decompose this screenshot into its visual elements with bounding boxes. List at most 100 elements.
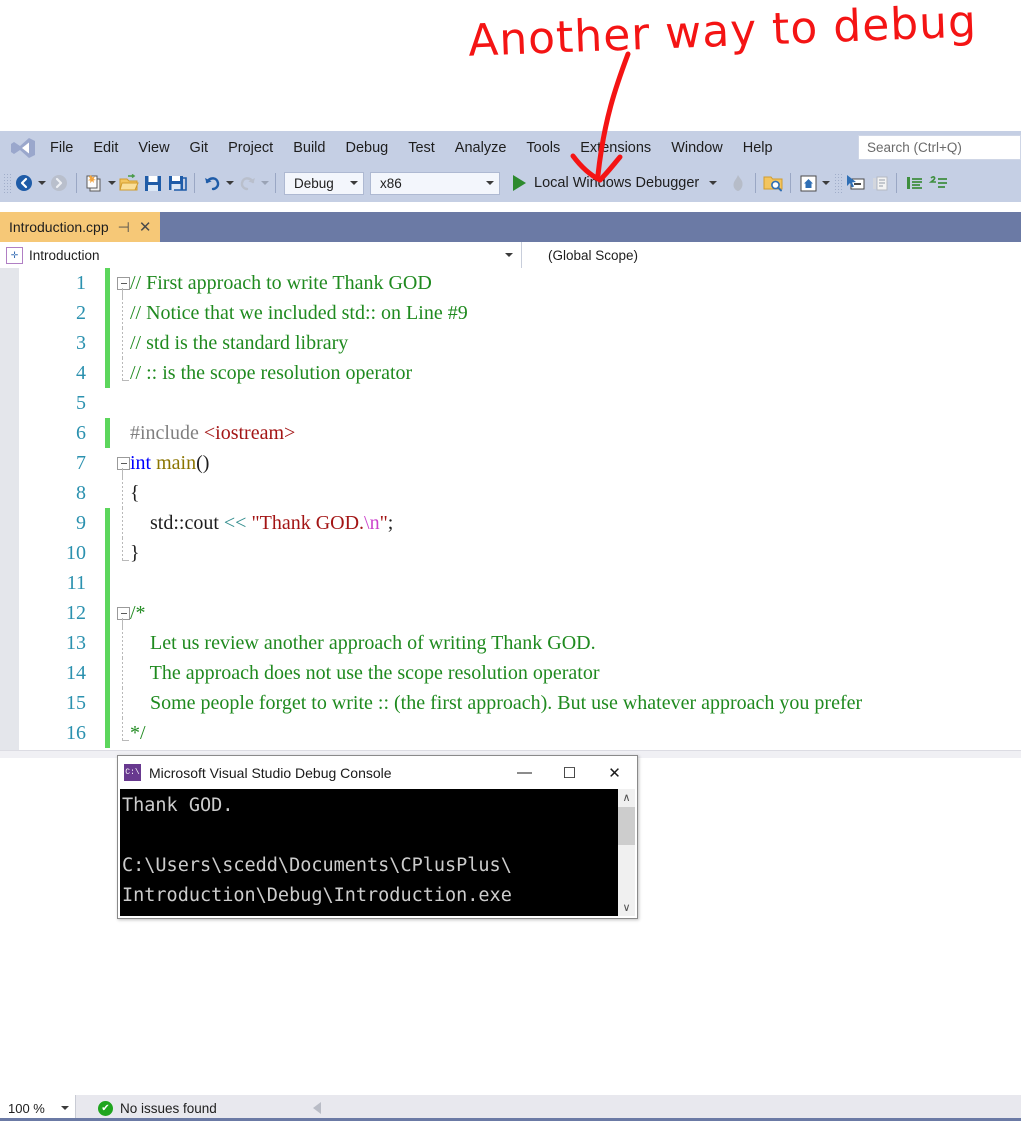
console-title-bar[interactable]: C:\ Microsoft Visual Studio Debug Consol…: [118, 756, 637, 789]
code-line[interactable]: 15 Some people forget to write :: (the f…: [0, 688, 1021, 718]
console-title: Microsoft Visual Studio Debug Console: [149, 764, 392, 781]
code-line[interactable]: 10}: [0, 538, 1021, 568]
open-folder-icon[interactable]: [118, 172, 140, 194]
standard-toolbar: Debug x86 Local Windows Debugger: [0, 164, 1021, 202]
fold-elbow: [122, 380, 129, 381]
change-bar: [105, 538, 110, 568]
fold-line: [122, 358, 123, 380]
minimize-icon[interactable]: —: [502, 756, 547, 789]
visual-studio-logo-icon: [6, 135, 40, 161]
menu-git[interactable]: Git: [180, 135, 219, 161]
fold-collapse-icon[interactable]: [117, 277, 130, 290]
back-dropdown-caret-icon[interactable]: [36, 172, 47, 194]
toolbar-grip-2[interactable]: [834, 173, 844, 193]
menu-test[interactable]: Test: [398, 135, 445, 161]
menu-edit[interactable]: Edit: [83, 135, 128, 161]
cursor-window-icon[interactable]: [844, 172, 866, 194]
chevron-down-icon[interactable]: [709, 181, 718, 185]
back-icon[interactable]: [13, 172, 35, 194]
menu-extensions[interactable]: Extensions: [570, 135, 661, 161]
menu-file[interactable]: File: [40, 135, 83, 161]
code-editor[interactable]: 1 // First approach to write Thank GOD 2 //…: [0, 268, 1021, 750]
hot-reload-icon: [727, 172, 749, 194]
code-text: */: [130, 718, 146, 748]
fold-collapse-icon[interactable]: [117, 607, 130, 620]
home-icon[interactable]: [797, 172, 819, 194]
code-line[interactable]: 2 // Notice that we included std:: on Lin…: [0, 298, 1021, 328]
code-token: <<: [223, 512, 247, 534]
code-line[interactable]: 7 int main(): [0, 448, 1021, 478]
menu-help[interactable]: Help: [733, 135, 783, 161]
triangle-left-icon[interactable]: [312, 1102, 321, 1114]
undo-dropdown-caret-icon[interactable]: [224, 172, 235, 194]
code-line[interactable]: 12 /*: [0, 598, 1021, 628]
save-icon[interactable]: [142, 172, 164, 194]
scrollbar-thumb[interactable]: [618, 807, 635, 845]
code-line[interactable]: 11: [0, 568, 1021, 598]
uncomment-icon[interactable]: [927, 172, 949, 194]
close-icon[interactable]: ✕: [592, 756, 637, 789]
chevron-up-icon[interactable]: ∧: [618, 789, 635, 806]
code-token: \n: [364, 512, 380, 534]
line-number: 1: [76, 272, 86, 294]
menu-window[interactable]: Window: [661, 135, 733, 161]
scope-dropdown[interactable]: (Global Scope): [522, 242, 1021, 268]
code-text: // Notice that we included std:: on Line…: [130, 298, 468, 328]
issues-status[interactable]: ✔ No issues found: [98, 1100, 217, 1116]
find-in-files-icon[interactable]: [762, 172, 784, 194]
code-token: */: [130, 722, 146, 744]
comment-icon[interactable]: [903, 172, 925, 194]
code-line[interactable]: 3 // std is the standard library: [0, 328, 1021, 358]
configuration-dropdown[interactable]: Debug: [284, 171, 364, 195]
menu-project[interactable]: Project: [218, 135, 283, 161]
debug-console-window[interactable]: C:\ Microsoft Visual Studio Debug Consol…: [117, 755, 638, 919]
code-token: ;: [387, 512, 394, 534]
code-line[interactable]: 16 */: [0, 718, 1021, 748]
new-item-icon[interactable]: [83, 172, 105, 194]
code-line[interactable]: 6 #include <iostream>: [0, 418, 1021, 448]
code-line[interactable]: 4 // :: is the scope resolution operator: [0, 358, 1021, 388]
console-scrollbar[interactable]: ∧ ∨: [618, 789, 635, 916]
line-number: 11: [66, 572, 86, 594]
console-output-area[interactable]: Thank GOD. C:\Users\scedd\Documents\CPlu…: [120, 789, 635, 916]
pin-icon[interactable]: ⊣: [118, 219, 130, 236]
code-token: #include: [130, 422, 204, 444]
home-dropdown-caret-icon[interactable]: [820, 172, 831, 194]
navigation-bar: ✛ Introduction (Global Scope): [0, 242, 1021, 268]
menu-debug[interactable]: Debug: [335, 135, 398, 161]
code-text: The approach does not use the scope reso…: [130, 658, 600, 688]
maximize-icon[interactable]: ☐: [547, 756, 592, 789]
start-debugging-button[interactable]: Local Windows Debugger: [509, 175, 721, 191]
new-item-dropdown-caret-icon[interactable]: [106, 172, 117, 194]
toolbar-separator-2: [194, 173, 195, 193]
menu-view[interactable]: View: [128, 135, 179, 161]
tab-introduction-cpp[interactable]: Introduction.cpp ⊣ ✕: [0, 212, 161, 242]
menu-build[interactable]: Build: [283, 135, 335, 161]
code-token: // Notice that we included std:: on Line…: [130, 302, 468, 324]
toolbar-separator-3: [275, 173, 276, 193]
toolbar-grip[interactable]: [3, 173, 12, 193]
code-line[interactable]: 14 The approach does not use the scope r…: [0, 658, 1021, 688]
platform-dropdown[interactable]: x86: [370, 171, 500, 195]
code-line[interactable]: 8{: [0, 478, 1021, 508]
line-number: 13: [66, 632, 86, 654]
project-dropdown[interactable]: ✛ Introduction: [0, 242, 522, 268]
menu-analyze[interactable]: Analyze: [445, 135, 517, 161]
fold-line: [122, 658, 123, 688]
code-line[interactable]: 13 Let us review another approach of wri…: [0, 628, 1021, 658]
close-icon[interactable]: ✕: [139, 218, 152, 236]
save-all-icon[interactable]: [166, 172, 188, 194]
undo-icon[interactable]: [201, 172, 223, 194]
code-line[interactable]: 9 std::cout << "Thank GOD.\n";: [0, 508, 1021, 538]
line-number: 16: [66, 722, 86, 744]
code-line[interactable]: 5: [0, 388, 1021, 418]
menu-tools[interactable]: Tools: [516, 135, 570, 161]
change-bar: [105, 328, 110, 358]
fold-line: [122, 538, 123, 560]
code-line[interactable]: 1 // First approach to write Thank GOD: [0, 268, 1021, 298]
chevron-down-icon[interactable]: ∨: [618, 899, 635, 916]
fold-collapse-icon[interactable]: [117, 457, 130, 470]
search-input[interactable]: Search (Ctrl+Q): [858, 135, 1021, 160]
toolbar-separator: [76, 173, 77, 193]
change-bar: [105, 568, 110, 598]
